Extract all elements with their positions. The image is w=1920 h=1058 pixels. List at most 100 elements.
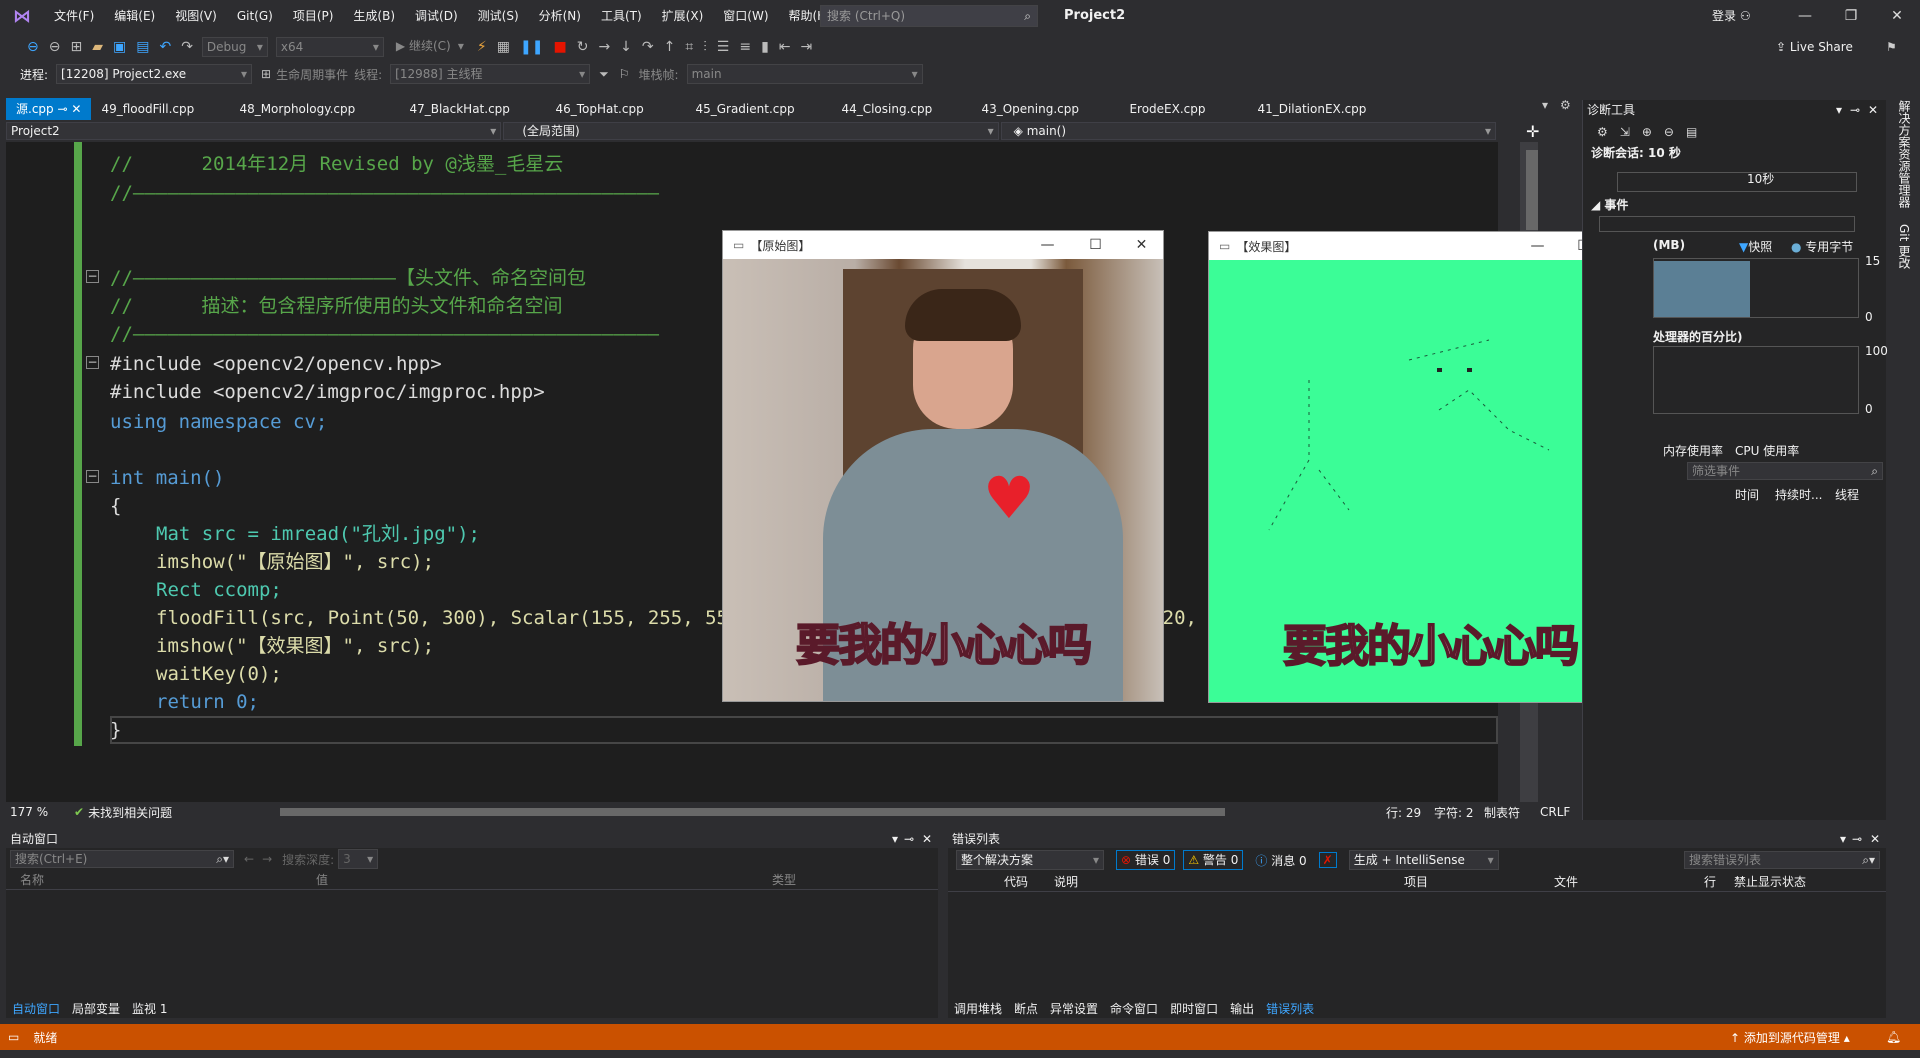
menu-window[interactable]: 窗口(W) <box>713 0 778 32</box>
menu-view[interactable]: 视图(V) <box>165 0 227 32</box>
tab-source-cpp[interactable]: 源.cpp ⊸ ✕ <box>6 98 92 120</box>
hot-reload-icon[interactable]: ⚡ <box>472 39 492 55</box>
zoom-in-icon[interactable]: ⊕ <box>1642 125 1652 139</box>
pin-icon[interactable]: ⊸ <box>57 102 67 116</box>
minimize-icon[interactable]: — <box>1515 232 1560 260</box>
fold-toggle-icon[interactable]: − <box>86 470 99 483</box>
lifecycle-events[interactable]: 生命周期事件 <box>276 66 348 83</box>
thread-select[interactable]: [12988] 主线程 <box>390 64 591 84</box>
settings-icon[interactable]: ⚙ <box>1597 125 1608 139</box>
live-share-button[interactable]: ⇪ Live Share <box>1776 34 1853 60</box>
col-type[interactable]: 类型 <box>772 870 796 889</box>
menu-edit[interactable]: 编辑(E) <box>104 0 165 32</box>
issues-status[interactable]: 未找到相关问题 <box>88 804 172 821</box>
back-arrow-icon[interactable]: ← <box>244 852 254 866</box>
scope-select[interactable]: 整个解决方案 <box>956 850 1104 870</box>
menu-file[interactable]: 文件(F) <box>44 0 104 32</box>
menu-test[interactable]: 测试(S) <box>468 0 529 32</box>
clear-filter-icon[interactable]: ✗ <box>1318 852 1337 868</box>
redo-icon[interactable]: ↷ <box>176 39 198 55</box>
filter-events-input[interactable]: 筛选事件 ⌕ <box>1687 462 1883 480</box>
col-thread[interactable]: 线程 <box>1835 486 1859 503</box>
menu-project[interactable]: 项目(P) <box>283 0 344 32</box>
col-suppression[interactable]: 禁止显示状态 <box>1734 872 1806 891</box>
col-name[interactable]: 名称 <box>6 870 316 889</box>
forward-arrow-icon[interactable]: → <box>262 852 272 866</box>
tab-gradient[interactable]: 45_Gradient.cpp <box>685 98 831 120</box>
stack-frame-select[interactable]: main <box>686 64 923 84</box>
original-window-titlebar[interactable]: ▭ 【原始图】 — ☐ ✕ <box>723 231 1163 259</box>
solution-explorer-side-tab[interactable]: 解决方案资源管理器 <box>1896 100 1913 208</box>
tab-call-stack[interactable]: 调用堆栈 <box>948 1000 1008 1017</box>
col-line[interactable]: 行 <box>1704 872 1734 891</box>
depth-select[interactable]: 3 <box>338 849 379 869</box>
fold-toggle-icon[interactable]: − <box>86 356 99 369</box>
tab-memory-usage[interactable]: 内存使用率 <box>1663 442 1723 459</box>
project-nav-select[interactable]: Project2 <box>6 122 502 140</box>
tab-morphology[interactable]: 48_Morphology.cpp <box>229 98 399 120</box>
filter-threads-icon[interactable]: ⏷ <box>594 67 614 82</box>
tab-exception-settings[interactable]: 异常设置 <box>1044 1000 1104 1017</box>
col-code[interactable]: 代码 <box>1004 872 1054 891</box>
sign-in-button[interactable]: 登录 ⚇ <box>1712 0 1751 32</box>
col-description[interactable]: 说明 <box>1054 872 1404 891</box>
tab-blackhat[interactable]: 47_BlackHat.cpp <box>399 98 545 120</box>
save-all-icon[interactable]: ▤ <box>131 39 154 55</box>
tab-error-list[interactable]: 错误列表 <box>1260 1000 1320 1017</box>
hex-icon[interactable]: ⌗ <box>680 39 698 55</box>
pin-icon[interactable]: ⊸ <box>1850 100 1860 120</box>
forward-icon[interactable]: ⊖ <box>44 39 66 55</box>
tab-opening[interactable]: 43_Opening.cpp <box>971 98 1119 120</box>
menu-build[interactable]: 生成(B) <box>343 0 405 32</box>
autos-search-input[interactable]: 搜索(Ctrl+E) ⌕▾ <box>10 850 234 868</box>
tab-tophat[interactable]: 46_TopHat.cpp <box>545 98 685 120</box>
zoom-level[interactable]: 177 % <box>10 805 66 819</box>
messages-filter-button[interactable]: ⓘ 消息 0 <box>1251 852 1310 869</box>
step-out-icon[interactable]: ↑ <box>659 39 681 55</box>
warnings-filter-button[interactable]: ⚠ 警告 0 <box>1183 850 1244 870</box>
error-search-input[interactable]: 搜索错误列表 ⌕▾ <box>1684 851 1880 869</box>
minimize-button[interactable]: — <box>1782 0 1828 32</box>
menu-git[interactable]: Git(G) <box>227 0 283 32</box>
zoom-out-icon[interactable]: ⊖ <box>1664 125 1674 139</box>
indent-mode[interactable]: 制表符 <box>1484 804 1520 821</box>
restore-button[interactable]: ❐ <box>1828 0 1874 32</box>
bookmark-next-icon[interactable]: ⇥ <box>796 39 818 55</box>
errors-filter-button[interactable]: ⊗ 错误 0 <box>1116 850 1176 870</box>
feedback-icon[interactable]: ⚑ <box>1886 34 1897 60</box>
bookmark-prev-icon[interactable]: ⇤ <box>774 39 796 55</box>
menu-analyze[interactable]: 分析(N) <box>529 0 591 32</box>
col-value[interactable]: 值 <box>316 870 772 889</box>
dropdown-icon[interactable]: ▾ <box>1840 830 1846 848</box>
menu-tools[interactable]: 工具(T) <box>591 0 652 32</box>
diagnostics-icon[interactable]: ▦ <box>492 39 515 55</box>
scope-nav-select[interactable]: (全局范围) <box>503 122 999 140</box>
lifecycle-icon[interactable]: ⊞ <box>256 67 276 81</box>
pin-icon[interactable]: ⊸ <box>1852 830 1862 848</box>
col-duration[interactable]: 持续时... <box>1775 486 1822 503</box>
source-control-button[interactable]: ↑ 添加到源代码管理 ▴ <box>1730 1029 1850 1046</box>
tab-breakpoints[interactable]: 断点 <box>1008 1000 1044 1017</box>
tab-floodfill[interactable]: 49_floodFill.cpp <box>91 98 229 120</box>
undo-icon[interactable]: ↶ <box>154 39 176 55</box>
tab-watch-1[interactable]: 监视 1 <box>126 1000 173 1017</box>
comment-icon[interactable]: ≡ <box>734 39 756 55</box>
format-icon[interactable]: ☰ <box>712 39 735 55</box>
pause-icon[interactable]: ❚❚ <box>515 39 548 55</box>
split-editor-icon[interactable]: ✛ <box>1526 122 1539 141</box>
dropdown-icon[interactable]: ▾ <box>1836 100 1842 120</box>
close-icon[interactable]: ✕ <box>1870 830 1880 848</box>
close-icon[interactable]: ✕ <box>1119 231 1164 259</box>
menu-extensions[interactable]: 扩展(X) <box>652 0 714 32</box>
editor-scroll-thumb[interactable] <box>1526 150 1538 230</box>
stop-icon[interactable]: ■ <box>548 39 571 55</box>
events-section[interactable]: ◢ 事件 <box>1591 196 1628 213</box>
process-select[interactable]: [12208] Project2.exe <box>56 64 253 84</box>
tab-erodeex[interactable]: ErodeEX.cpp <box>1119 98 1247 120</box>
save-icon[interactable]: ▣ <box>108 39 131 55</box>
new-project-icon[interactable]: ⊞ <box>65 39 87 55</box>
step-over-icon[interactable]: ↷ <box>637 39 659 55</box>
continue-button[interactable]: ▶ 继续(C) <box>392 37 468 57</box>
menu-debug[interactable]: 调试(D) <box>405 0 468 32</box>
tab-autos[interactable]: 自动窗口 <box>6 1000 66 1017</box>
